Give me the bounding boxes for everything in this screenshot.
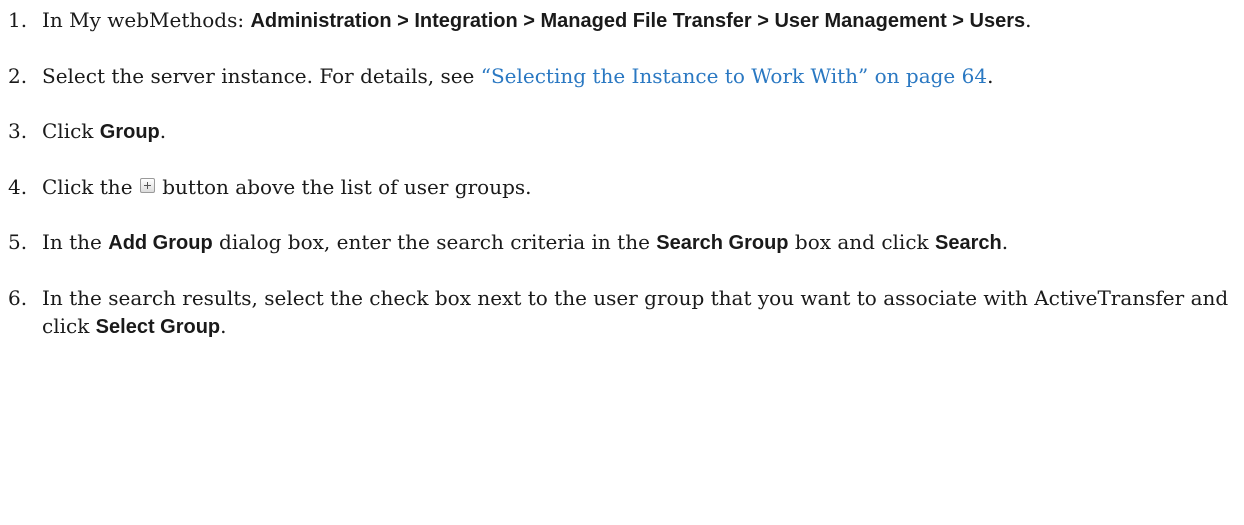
step-text: dialog box, enter the search criteria in…	[212, 230, 657, 254]
cross-reference-link[interactable]: “Selecting the Instance to Work With” on…	[481, 64, 987, 88]
step-text: In the	[42, 230, 109, 254]
step-text: .	[159, 119, 167, 143]
step-number: 2.	[8, 64, 28, 88]
step-5: 5. In the Add Group dialog box, enter th…	[8, 228, 1238, 257]
step-text: box and click	[788, 230, 936, 254]
step-text: Select the server instance. For details,…	[42, 64, 481, 88]
step-text: button above the list of user groups.	[155, 175, 532, 199]
step-number: 6.	[8, 286, 28, 310]
step-text: .	[1001, 230, 1009, 254]
step-text: Click	[42, 119, 100, 143]
ui-label-search: Search	[935, 232, 1002, 254]
step-number: 3.	[8, 119, 28, 143]
step-text: .	[1025, 8, 1032, 32]
plus-button-icon	[139, 178, 155, 193]
step-1: 1. In My webMethods: Administration > In…	[8, 6, 1238, 35]
menu-path: Administration > Integration > Managed F…	[250, 10, 1026, 32]
step-text: .	[220, 314, 227, 338]
step-4: 4. Click the button above the list of us…	[8, 173, 1238, 201]
ui-label-search-group: Search Group	[656, 232, 789, 254]
step-text: In My webMethods:	[42, 8, 251, 32]
step-number: 4.	[8, 175, 28, 199]
ui-label-add-group: Add Group	[108, 232, 213, 254]
step-number: 5.	[8, 230, 28, 254]
step-text: .	[987, 64, 994, 88]
step-number: 1.	[8, 8, 28, 32]
step-3: 3. Click Group.	[8, 117, 1238, 146]
ui-label-group: Group	[99, 121, 160, 143]
ui-label-select-group: Select Group	[95, 316, 221, 338]
step-6: 6. In the search results, select the che…	[8, 284, 1238, 341]
step-2: 2. Select the server instance. For detai…	[8, 62, 1238, 90]
step-text: Click the	[42, 175, 139, 199]
procedure-steps: 1. In My webMethods: Administration > In…	[8, 6, 1238, 368]
